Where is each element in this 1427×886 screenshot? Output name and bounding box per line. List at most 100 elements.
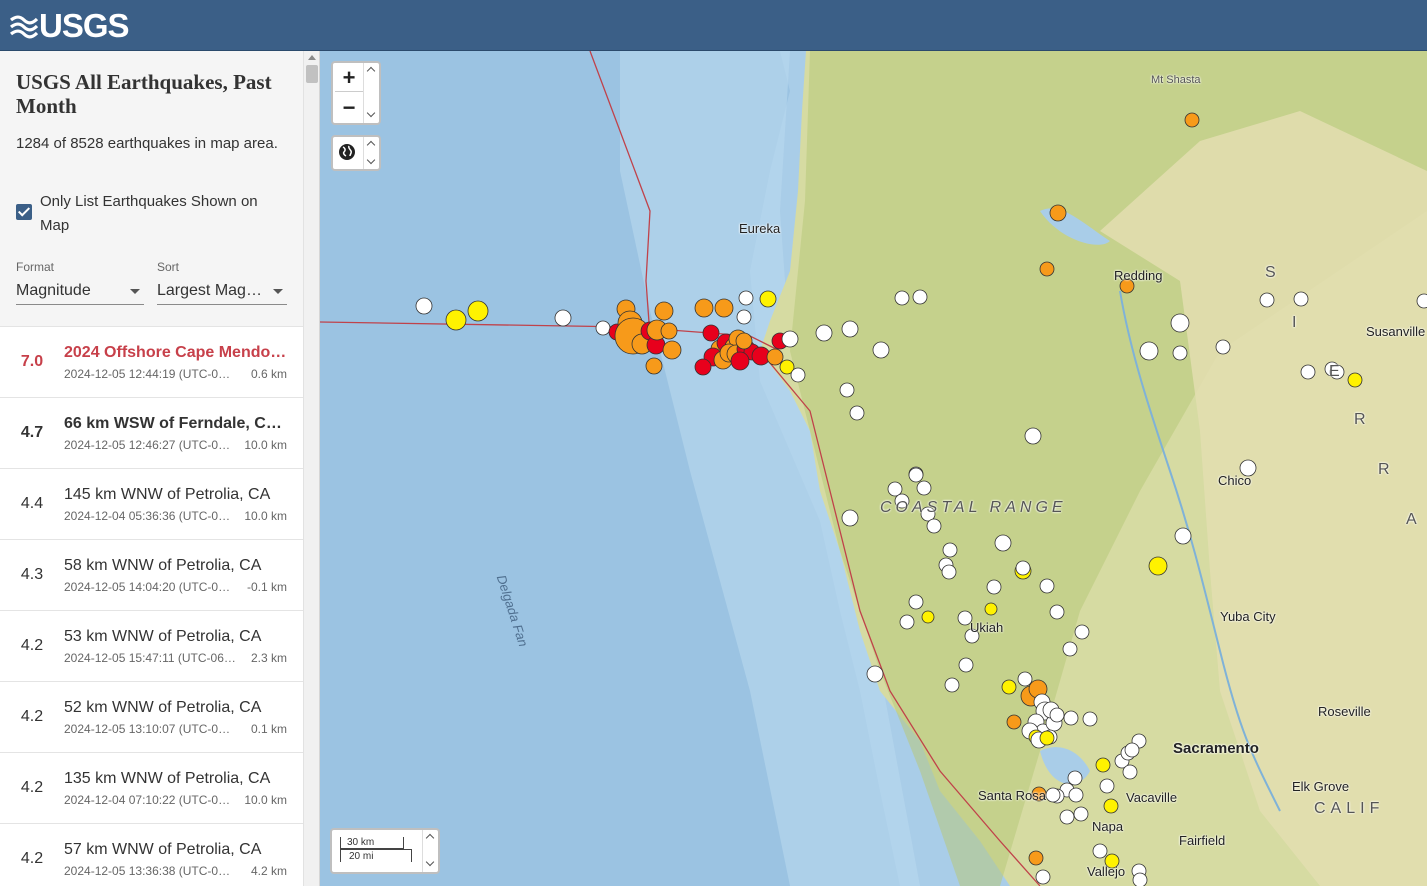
scroll-up-arrow-icon[interactable] xyxy=(308,55,316,60)
earthquake-marker[interactable] xyxy=(1049,204,1067,222)
earthquake-marker[interactable] xyxy=(866,665,884,683)
earthquake-marker[interactable] xyxy=(1172,345,1188,361)
map-only-checkbox-row[interactable]: Only List Earthquakes Shown on Map xyxy=(16,190,296,238)
earthquake-marker[interactable] xyxy=(908,467,924,483)
earthquake-marker[interactable] xyxy=(944,677,960,693)
earthquake-marker[interactable] xyxy=(1122,764,1138,780)
earthquake-marker[interactable] xyxy=(790,367,806,383)
earthquake-marker[interactable] xyxy=(662,340,682,360)
format-select[interactable]: Magnitude xyxy=(16,279,144,305)
chevron-up-icon[interactable] xyxy=(366,140,376,150)
earthquake-marker[interactable] xyxy=(1015,560,1031,576)
earthquake-marker[interactable] xyxy=(984,602,998,616)
earthquake-marker[interactable] xyxy=(1124,742,1140,758)
list-item[interactable]: 7.0 2024 Offshore Cape Mendocino, Califo… xyxy=(0,326,303,397)
earthquake-marker[interactable] xyxy=(1039,261,1055,277)
earthquake-marker[interactable] xyxy=(1103,798,1119,814)
chevron-down-icon[interactable] xyxy=(366,108,376,118)
earthquake-marker[interactable] xyxy=(1063,710,1079,726)
earthquake-marker[interactable] xyxy=(1049,707,1065,723)
earthquake-marker[interactable] xyxy=(1184,112,1200,128)
earthquake-marker[interactable] xyxy=(1139,341,1159,361)
earthquake-marker[interactable] xyxy=(994,534,1012,552)
earthquake-marker[interactable] xyxy=(1039,578,1055,594)
usgs-logo[interactable]: USGS xyxy=(10,9,130,43)
earthquake-marker[interactable] xyxy=(1170,313,1190,333)
earthquake-marker[interactable] xyxy=(912,289,928,305)
earthquake-marker[interactable] xyxy=(730,351,750,371)
earthquake-marker[interactable] xyxy=(1024,427,1042,445)
earthquake-marker[interactable] xyxy=(1347,372,1363,388)
earthquake-marker[interactable] xyxy=(781,330,799,348)
earthquake-marker[interactable] xyxy=(941,564,957,580)
earthquake-marker[interactable] xyxy=(839,382,855,398)
earthquake-marker[interactable] xyxy=(849,405,865,421)
earthquake-marker[interactable] xyxy=(1045,787,1061,803)
earthquake-marker[interactable] xyxy=(1062,641,1078,657)
earthquake-marker[interactable] xyxy=(1099,778,1115,794)
earthquake-marker[interactable] xyxy=(1095,757,1111,773)
earthquake-marker[interactable] xyxy=(908,594,924,610)
earthquake-marker[interactable] xyxy=(1028,850,1044,866)
earthquake-marker[interactable] xyxy=(595,320,611,336)
list-item[interactable]: 4.2 57 km WNW of Petrolia, CA 2024-12-05… xyxy=(0,823,303,886)
list-item[interactable]: 4.2 52 km WNW of Petrolia, CA 2024-12-05… xyxy=(0,681,303,752)
earthquake-marker[interactable] xyxy=(1074,624,1090,640)
earthquake-marker[interactable] xyxy=(759,290,777,308)
earthquake-marker[interactable] xyxy=(841,509,859,527)
list-item[interactable]: 4.4 145 km WNW of Petrolia, CA 2024-12-0… xyxy=(0,468,303,539)
map-only-checkbox[interactable] xyxy=(16,204,32,220)
earthquake-marker[interactable] xyxy=(1416,293,1427,309)
earthquake-marker[interactable] xyxy=(1092,843,1108,859)
earthquake-marker[interactable] xyxy=(1215,339,1231,355)
chevron-down-icon[interactable] xyxy=(366,155,376,165)
earthquake-marker[interactable] xyxy=(766,348,784,366)
earthquake-marker[interactable] xyxy=(694,298,714,318)
earthquake-marker[interactable] xyxy=(916,480,932,496)
earthquake-marker[interactable] xyxy=(899,614,915,630)
earthquake-marker[interactable] xyxy=(887,481,903,497)
layers-control[interactable] xyxy=(331,135,381,171)
earthquake-marker[interactable] xyxy=(1049,604,1065,620)
earthquake-marker[interactable] xyxy=(735,332,753,350)
earthquake-marker[interactable] xyxy=(1174,527,1192,545)
earthquake-marker[interactable] xyxy=(1300,364,1316,380)
earthquake-marker[interactable] xyxy=(1293,291,1309,307)
earthquake-marker[interactable] xyxy=(1006,714,1022,730)
earthquake-marker[interactable] xyxy=(942,542,958,558)
map-only-checkbox-label[interactable]: Only List Earthquakes Shown on Map xyxy=(40,190,280,238)
earthquake-marker[interactable] xyxy=(415,297,433,315)
earthquake-marker[interactable] xyxy=(1082,711,1098,727)
earthquake-marker[interactable] xyxy=(702,324,720,342)
sort-select[interactable]: Largest Magnitude xyxy=(157,279,287,305)
list-item[interactable]: 4.2 53 km WNW of Petrolia, CA 2024-12-05… xyxy=(0,610,303,681)
chevron-up-icon[interactable] xyxy=(366,66,376,76)
earthquake-marker[interactable] xyxy=(654,301,674,321)
earthquake-marker[interactable] xyxy=(660,322,678,340)
earthquake-marker[interactable] xyxy=(926,518,942,534)
earthquake-marker[interactable] xyxy=(841,320,859,338)
list-item[interactable]: 4.7 66 km WSW of Ferndale, California 20… xyxy=(0,397,303,468)
earthquake-marker[interactable] xyxy=(694,358,712,376)
earthquake-marker[interactable] xyxy=(467,300,489,322)
earthquake-marker[interactable] xyxy=(1259,292,1275,308)
earthquake-marker[interactable] xyxy=(921,610,935,624)
earthquake-marker[interactable] xyxy=(815,324,833,342)
earthquake-marker[interactable] xyxy=(736,309,752,325)
earthquake-marker[interactable] xyxy=(958,657,974,673)
earthquake-marker[interactable] xyxy=(1039,730,1055,746)
earthquake-marker[interactable] xyxy=(1001,679,1017,695)
earthquake-marker[interactable] xyxy=(645,357,663,375)
scale-scroll[interactable] xyxy=(422,830,438,872)
zoom-scroll[interactable] xyxy=(363,63,379,123)
list-scrollbar[interactable] xyxy=(303,51,319,886)
scroll-thumb[interactable] xyxy=(306,65,318,83)
zoom-in-button[interactable]: + xyxy=(335,64,363,92)
chevron-down-icon[interactable] xyxy=(425,857,435,867)
earthquake-marker[interactable] xyxy=(1017,671,1033,687)
earthquake-marker[interactable] xyxy=(1059,809,1075,825)
earthquake-marker[interactable] xyxy=(1068,787,1084,803)
earthquake-marker[interactable] xyxy=(986,579,1002,595)
earthquake-marker[interactable] xyxy=(1132,872,1148,886)
list-item[interactable]: 4.2 135 km WNW of Petrolia, CA 2024-12-0… xyxy=(0,752,303,823)
